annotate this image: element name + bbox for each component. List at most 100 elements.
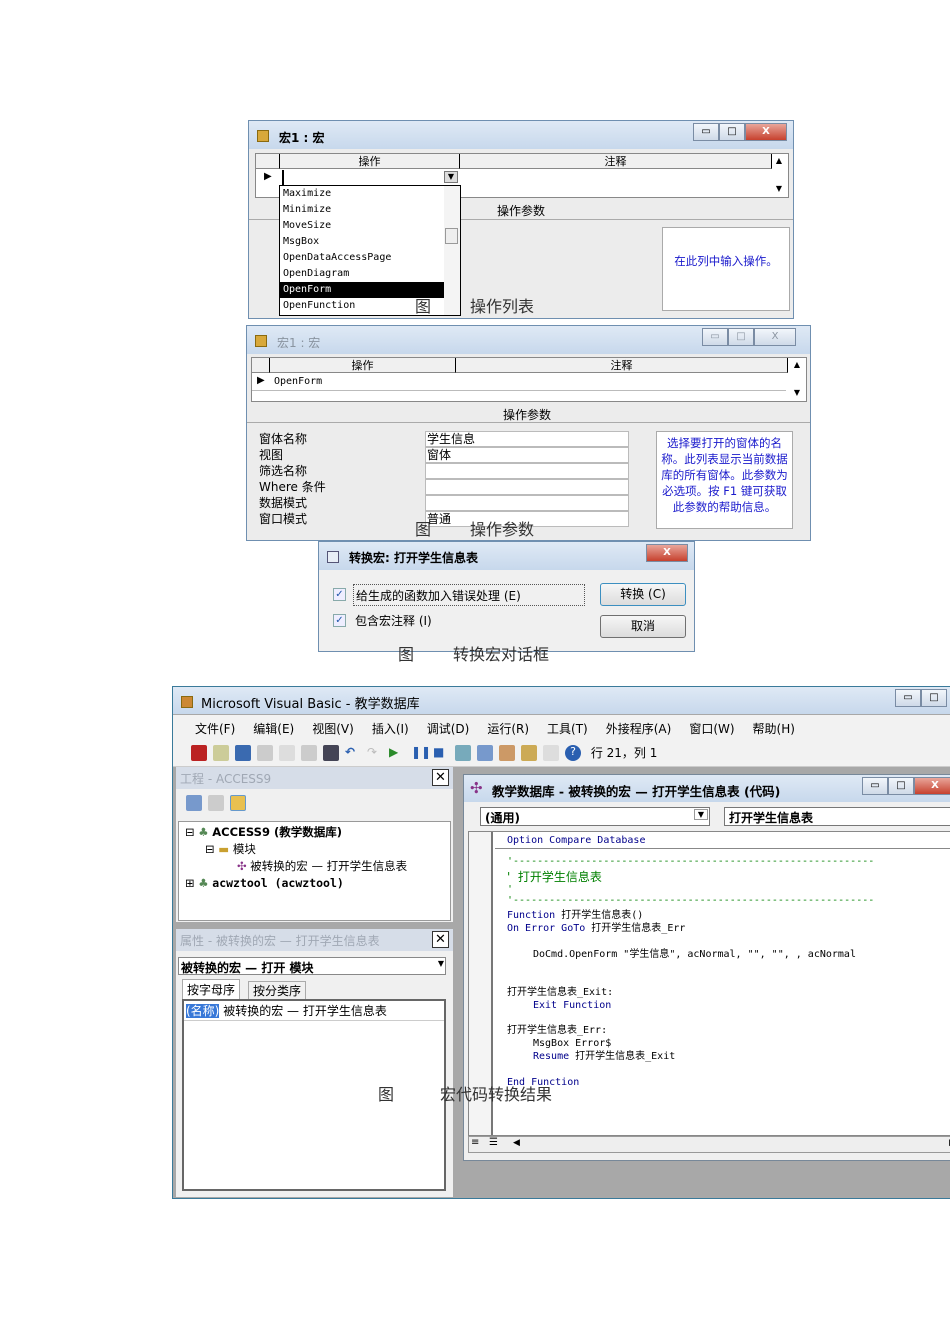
minimize-button[interactable]: ▭ [862,777,888,795]
close-button[interactable]: X [914,777,950,795]
action-combo[interactable]: ▼ [282,170,460,185]
paste-icon[interactable] [301,744,317,761]
menu-item[interactable]: 视图(V) [312,722,354,736]
undo-icon[interactable]: ↶ [345,745,361,761]
menu-item[interactable]: 编辑(E) [253,722,294,736]
figure-caption: 转换宏对话框 [453,645,550,664]
pause-icon[interactable]: ❚❚ [411,745,431,761]
col-action-header: 操作 [280,154,460,169]
find-icon[interactable] [323,744,339,761]
close-icon[interactable]: ✕ [432,769,449,786]
figure-caption: 操作列表 [470,297,535,316]
list-item[interactable]: OpenDiagram [280,266,460,282]
design-mode-icon[interactable] [455,744,471,761]
list-scrollbar[interactable] [444,186,460,315]
minimize-button[interactable]: ▭ [702,328,728,346]
maximize-button[interactable]: □ [921,689,947,707]
stop-icon[interactable]: ■ [433,745,449,761]
cut-icon[interactable] [257,744,273,761]
toolbox-icon[interactable] [543,744,559,761]
maximize-button[interactable]: □ [888,777,914,795]
list-item[interactable]: OpenDataAccessPage [280,250,460,266]
tab-categorized[interactable]: 按分类序 [248,981,307,999]
tree-item-modules[interactable]: ⊟ ▬ 模块 [185,841,450,858]
maximize-button[interactable]: □ [728,328,754,346]
list-item[interactable]: MsgBox [280,234,460,250]
project-explorer-icon[interactable] [477,744,493,761]
code-title-bar: ✣ 教学数据库 - 被转换的宏 — 打开学生信息表 (代码) ▭ □ X [464,775,950,802]
maximize-button[interactable]: □ [719,123,745,141]
procedure-combo[interactable]: 打开学生信息表▼ [724,807,950,826]
code-line: '---------------------------------------… [507,856,875,867]
chevron-down-icon[interactable]: ▼ [444,171,458,183]
menu-item[interactable]: 窗口(W) [689,722,734,736]
scroll-down-icon[interactable]: ▼ [776,184,782,193]
horizontal-scrollbar[interactable]: ≡ ☰ ◀ ▶ [468,1136,950,1153]
list-item[interactable]: OpenFunction [280,298,460,314]
save-icon[interactable] [235,744,251,761]
tree-item-acwztool[interactable]: ⊞ ♣ acwztool (acwztool) [185,875,450,892]
tree-item-access9[interactable]: ⊟ ♣ ACCESS9 (教学数据库) [185,824,450,841]
close-icon[interactable]: ✕ [432,931,449,948]
col-comment-header: 注释 [460,154,772,169]
close-button[interactable]: X [646,544,688,562]
toggle-folders-icon[interactable] [230,795,246,811]
include-comments-checkbox[interactable]: ✓ [333,614,346,627]
cancel-button[interactable]: 取消 [600,615,686,638]
object-combo[interactable]: (通用) ▼ [480,807,710,826]
menu-item[interactable]: 外接程序(A) [606,722,672,736]
include-comments-label[interactable]: 包含宏注释 (I) [355,612,432,629]
param-value[interactable] [425,479,629,495]
param-value[interactable] [425,463,629,479]
property-row-name[interactable]: (名称) 被转换的宏 — 打开学生信息表 [184,1001,444,1021]
list-item[interactable]: Maximize [280,186,460,202]
menu-item[interactable]: 帮助(H) [753,722,795,736]
close-button[interactable]: X [745,123,787,141]
full-module-view-icon[interactable]: ☰ [489,1137,498,1148]
action-cell[interactable]: OpenForm [274,376,322,387]
help-icon[interactable]: ? [565,744,581,761]
menu-bar: 文件(F) 编辑(E) 视图(V) 插入(I) 调试(D) 运行(R) 工具(T) 外接程序(… [173,715,950,740]
list-item[interactable]: Minimize [280,202,460,218]
scroll-up-icon[interactable]: ▲ [776,156,782,165]
close-button[interactable]: X [754,328,796,346]
error-handling-checkbox[interactable]: ✓ [333,588,346,601]
view-code-icon[interactable] [186,795,202,811]
action-dropdown-list[interactable]: Maximize Minimize MoveSize MsgBox OpenDataAc… [279,185,461,316]
copy-icon[interactable] [279,744,295,761]
macro-icon [257,130,269,142]
run-icon[interactable]: ▶ [389,745,405,761]
menu-item[interactable]: 工具(T) [547,722,588,736]
insert-icon[interactable] [213,744,229,761]
params-label: 操作参数 [497,204,546,218]
procedure-view-icon[interactable]: ≡ [471,1137,479,1148]
list-item[interactable]: MoveSize [280,218,460,234]
access-icon[interactable] [191,744,207,761]
scroll-up-icon[interactable]: ▲ [794,360,800,369]
tree-item-module[interactable]: ✣ 被转换的宏 — 打开学生信息表 [185,858,450,875]
object-browser-icon[interactable] [521,744,537,761]
scroll-down-icon[interactable]: ▼ [794,388,800,397]
param-label: 筛选名称 [259,464,308,478]
redo-icon[interactable]: ↷ [367,745,383,761]
menu-item[interactable]: 调试(D) [427,722,470,736]
list-item[interactable]: OpenForm [280,282,460,298]
param-value[interactable] [425,495,629,511]
menu-item[interactable]: 文件(F) [195,722,235,736]
chevron-down-icon[interactable]: ▼ [438,959,444,968]
object-select[interactable]: 被转换的宏 — 打开 模块 ▼ [178,957,446,975]
scroll-left-icon[interactable]: ◀ [513,1138,520,1148]
view-object-icon[interactable] [208,795,224,811]
minimize-button[interactable]: ▭ [693,123,719,141]
menu-item[interactable]: 插入(I) [372,722,409,736]
error-handling-label[interactable]: 给生成的函数加入错误处理 (E) [353,584,585,606]
menu-item[interactable]: 运行(R) [487,722,529,736]
convert-button[interactable]: 转换 (C) [600,583,686,606]
properties-icon[interactable] [499,744,515,761]
param-value[interactable]: 学生信息 [425,431,629,447]
chevron-down-icon[interactable]: ▼ [693,809,708,820]
param-value[interactable]: 窗体 [425,447,629,463]
minimize-button[interactable]: ▭ [895,689,921,707]
tab-alphabetic[interactable]: 按字母序 [182,979,241,999]
app-title: Microsoft Visual Basic - 教学数据库 [201,697,420,712]
